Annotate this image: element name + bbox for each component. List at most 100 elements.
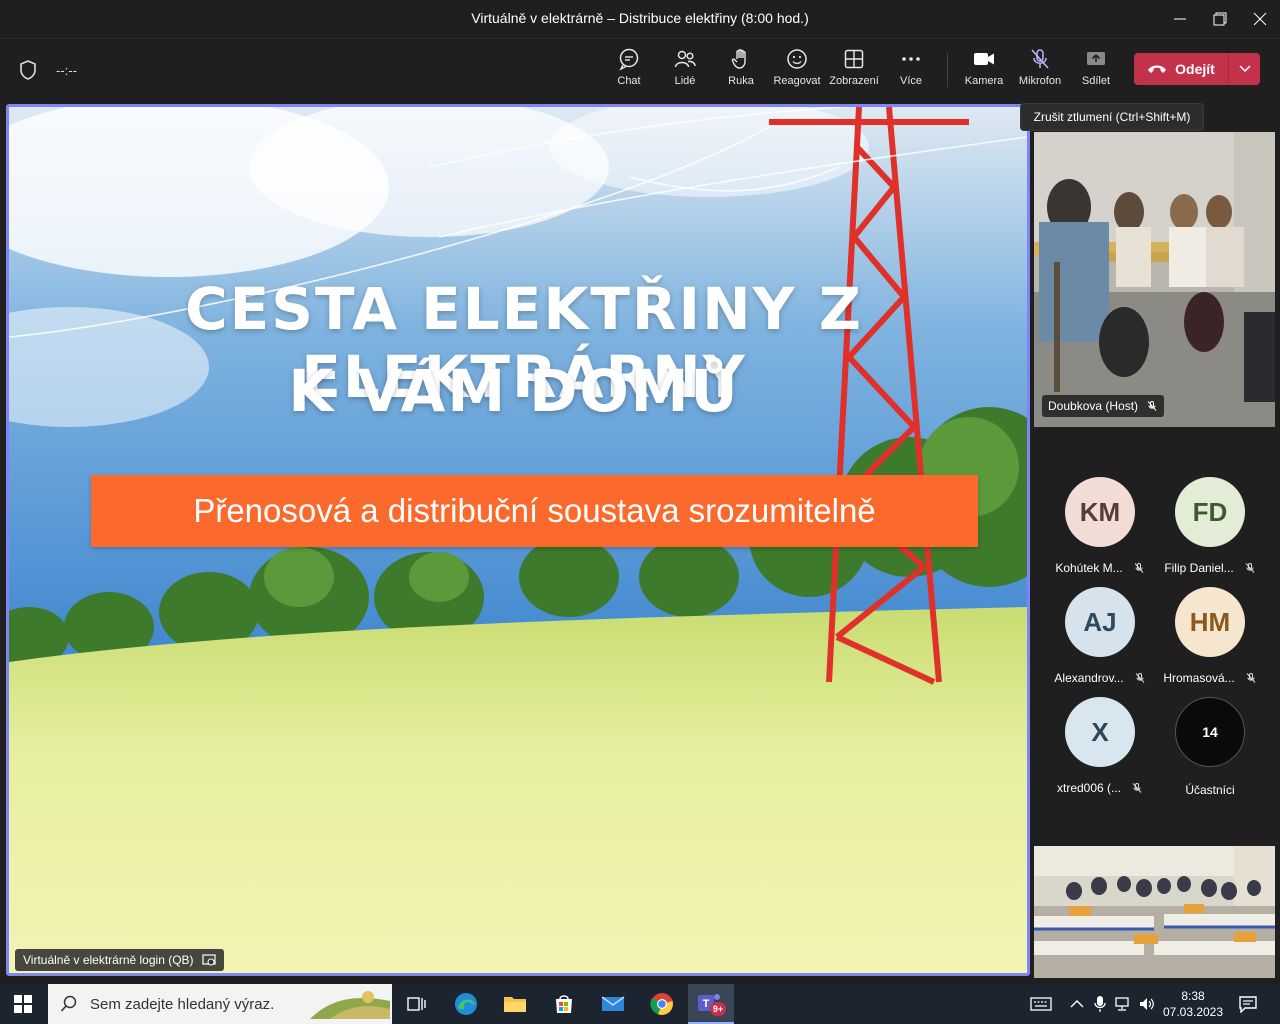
hand-icon <box>731 49 746 69</box>
camera-label: Kamera <box>964 75 1004 87</box>
people-button[interactable]: Lidé <box>657 47 713 95</box>
chevron-down-icon <box>1238 65 1251 73</box>
close-button[interactable] <box>1240 0 1280 38</box>
windows-start-icon[interactable] <box>14 995 32 1013</box>
people-icon <box>674 50 696 68</box>
microphone-tray-icon[interactable] <box>1094 995 1106 1013</box>
participant-fd[interactable]: FD Filip Daniel... <box>1160 477 1260 577</box>
mic-off-icon <box>1134 563 1144 573</box>
store-button[interactable] <box>550 990 578 1018</box>
participants-count-label: Účastníci <box>1185 783 1235 797</box>
video-participant-name: Doubkova (Host) <box>1048 399 1139 413</box>
view-button[interactable]: Zobrazení <box>826 47 882 95</box>
participant-name: Filip Daniel... <box>1164 561 1234 575</box>
minimize-button[interactable] <box>1160 0 1200 38</box>
share-button[interactable]: Sdílet <box>1068 47 1124 95</box>
minimize-icon <box>1174 18 1186 20</box>
more-button[interactable]: Více <box>883 47 939 95</box>
mic-off-icon <box>1135 673 1144 683</box>
participant-name: Kohútek M... <box>1055 561 1123 575</box>
search-icon <box>60 995 77 1012</box>
hand-label: Ruka <box>728 75 754 87</box>
participant-hm[interactable]: HM Hromasová... <box>1160 587 1260 687</box>
window-title: Virtuálně v elektrárně – Distribuce elek… <box>471 10 809 26</box>
taskbar-search[interactable]: Sem zadejte hledaný výraz. <box>48 984 392 1024</box>
grid-icon <box>844 49 864 69</box>
mail-button[interactable] <box>599 990 627 1018</box>
react-label: Reagovat <box>773 75 821 87</box>
restore-icon <box>1213 12 1227 26</box>
share-icon <box>1087 52 1105 65</box>
participant-name-row: Filip Daniel... <box>1164 561 1255 575</box>
share-label: Sdílet <box>1081 75 1111 87</box>
camera-icon <box>974 53 994 65</box>
taskbar-clock[interactable]: 8:38 07.03.2023 <box>1160 988 1226 1020</box>
view-label: Zobrazení <box>829 75 879 87</box>
participants-count-button[interactable]: 14 Účastníci <box>1160 697 1260 797</box>
avatar: AJ <box>1065 587 1135 657</box>
unmute-tooltip: Zrušit ztlumení (Ctrl+Shift+M) <box>1020 103 1204 131</box>
classroom-video-feed <box>1034 132 1275 427</box>
chrome-button[interactable] <box>648 990 676 1018</box>
screen-share-icon <box>201 954 216 966</box>
shared-content-stage[interactable]: CESTA ELEKTŘINY Z ELEKTRÁRNY K VÁM DOMŮ … <box>6 104 1030 976</box>
slide-title-line2: K VÁM DOMŮ <box>288 357 740 425</box>
slide-banner: Přenosová a distribuční soustava srozumi… <box>91 475 978 547</box>
title-bar: Virtuálně v elektrárně – Distribuce elek… <box>0 0 1280 38</box>
leave-options-button[interactable] <box>1229 53 1260 85</box>
chat-button[interactable]: Chat <box>601 47 657 95</box>
participant-km[interactable]: KM Kohútek M... <box>1050 477 1150 577</box>
search-placeholder: Sem zadejte hledaný výraz. <box>90 995 275 1013</box>
windows-taskbar: Sem zadejte hledaný výraz. T 9+ 8:38 07.… <box>0 984 1280 1024</box>
edge-button[interactable] <box>452 990 480 1018</box>
leave-control: Odejít <box>1134 53 1260 85</box>
meeting-toolbar: --:-- Chat Lidé Ruka Reagovat Zobrazení … <box>0 38 1280 100</box>
participant-name: Alexandrov... <box>1054 671 1124 685</box>
camera-button[interactable]: Kamera <box>956 47 1012 95</box>
folder-icon <box>504 997 526 1012</box>
volume-icon[interactable] <box>1138 996 1156 1012</box>
teams-badge: 9+ <box>710 1002 726 1016</box>
task-view-icon <box>407 997 426 1011</box>
video-tile-doubkova[interactable]: Doubkova (Host) <box>1034 132 1275 427</box>
participant-name: Hromasová... <box>1163 671 1235 685</box>
presenter-label: Virtuálně v elektrárně login (QB) <box>15 949 224 971</box>
participant-aj[interactable]: AJ Alexandrov... <box>1050 587 1150 687</box>
store-icon <box>556 995 572 1013</box>
toolbar-separator <box>947 53 948 87</box>
task-view-button[interactable] <box>403 990 431 1018</box>
keyboard-icon[interactable] <box>1030 996 1052 1012</box>
avatar: FD <box>1175 477 1245 547</box>
maximize-button[interactable] <box>1200 0 1240 38</box>
avatar: X <box>1065 697 1135 767</box>
network-icon[interactable] <box>1114 996 1132 1012</box>
microphone-label: Mikrofon <box>1018 75 1062 87</box>
raise-hand-button[interactable]: Ruka <box>713 47 769 95</box>
participant-name-row: Hromasová... <box>1163 671 1256 685</box>
participants-count: 14 <box>1175 697 1245 767</box>
svg-text:T: T <box>703 998 710 1010</box>
people-label: Lidé <box>674 75 696 87</box>
mic-off-icon <box>1246 673 1256 683</box>
chat-label: Chat <box>617 75 641 87</box>
video-tile-classroom[interactable] <box>1034 846 1275 978</box>
participant-name-row: Kohútek M... <box>1055 561 1144 575</box>
chevron-up-icon[interactable] <box>1070 999 1084 1009</box>
react-button[interactable]: Reagovat <box>769 47 825 95</box>
mic-off-icon <box>1147 401 1157 411</box>
system-tray <box>1030 984 1156 1024</box>
edge-icon <box>455 993 477 1015</box>
microphone-button[interactable]: Mikrofon <box>1012 47 1068 95</box>
shield-icon[interactable] <box>18 59 38 81</box>
close-icon <box>1253 12 1267 26</box>
more-label: Více <box>899 75 922 87</box>
leave-button[interactable]: Odejít <box>1134 53 1228 85</box>
teams-taskbar-button[interactable]: T 9+ <box>688 984 734 1024</box>
participant-name-row: xtred006 (... <box>1057 781 1143 795</box>
participant-x[interactable]: X xtred006 (... <box>1050 697 1150 797</box>
participant-name: xtred006 (... <box>1056 781 1122 795</box>
meeting-timer: --:-- <box>56 63 77 78</box>
notifications-icon[interactable] <box>1238 995 1258 1013</box>
clock-date: 07.03.2023 <box>1162 1005 1224 1019</box>
file-explorer-button[interactable] <box>501 990 529 1018</box>
